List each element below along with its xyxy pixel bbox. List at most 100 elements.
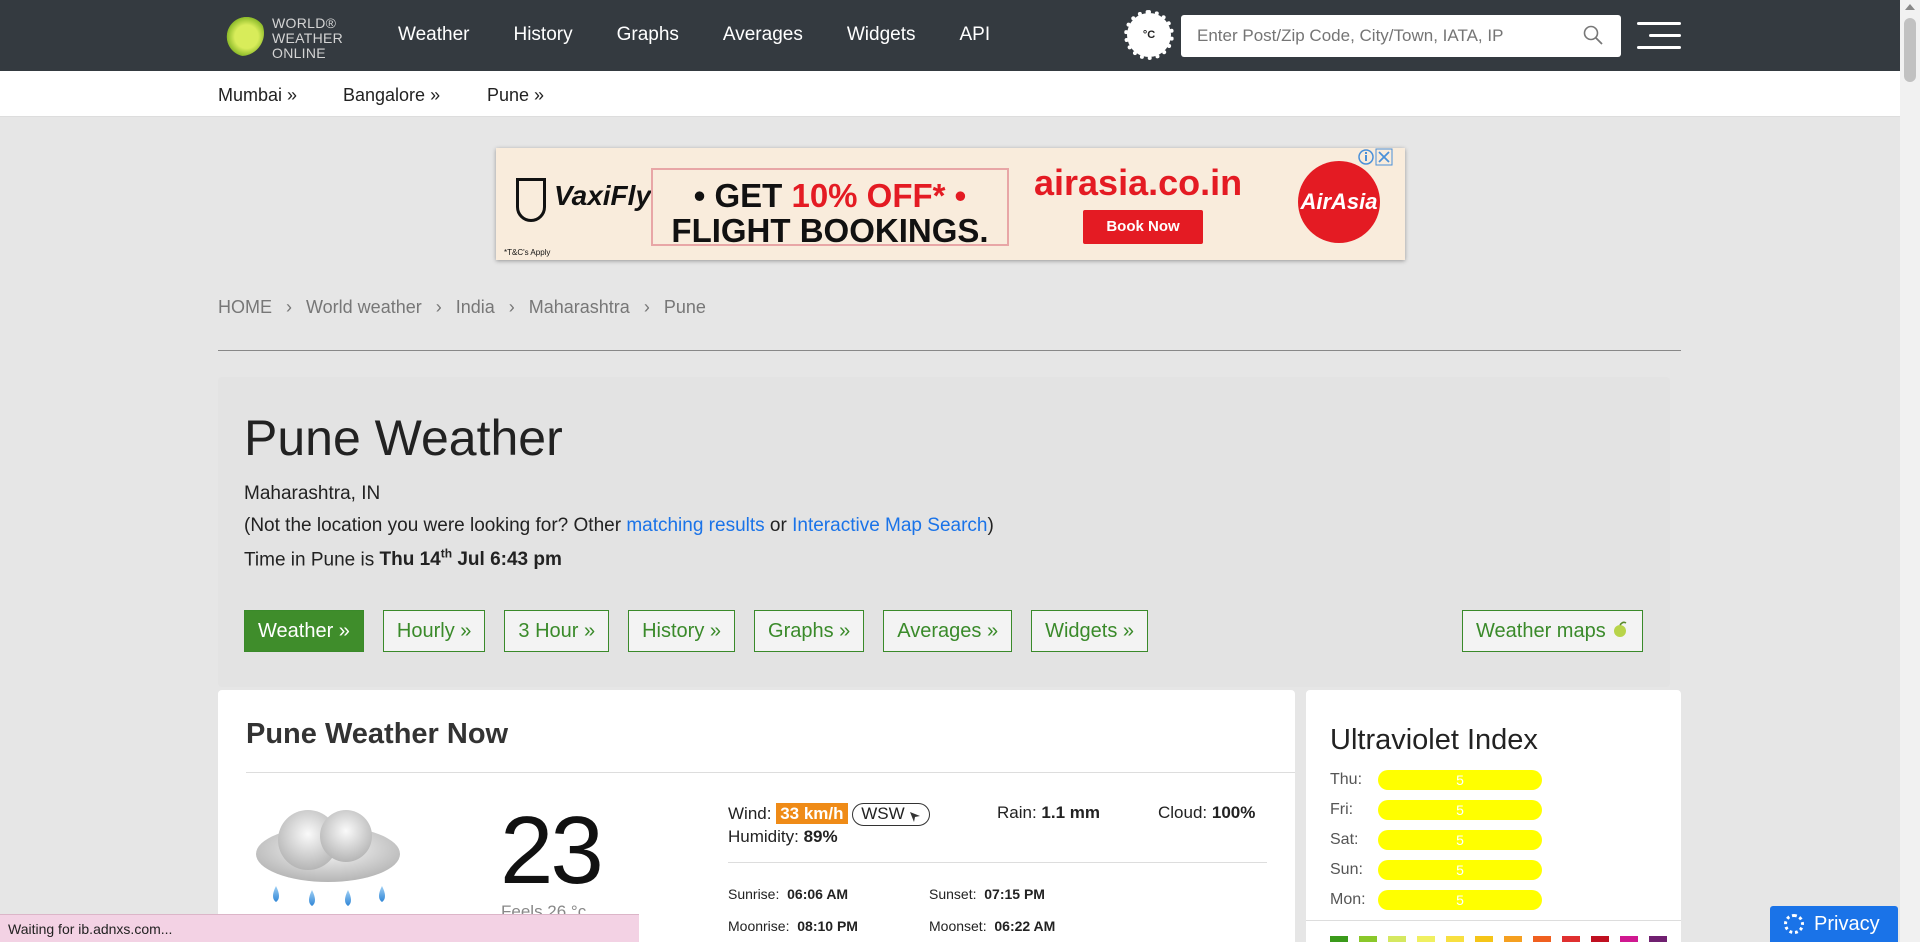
- sunset-info: Sunset: 07:15 PM: [929, 886, 1045, 902]
- breadcrumb: HOME › World weather › India › Maharasht…: [218, 297, 706, 318]
- nav-api[interactable]: API: [959, 24, 990, 46]
- ad-terms: *T&C's Apply: [504, 248, 551, 257]
- tab-3-hour[interactable]: 3 Hour »: [504, 610, 610, 652]
- ad-offer-line2: FLIGHT BOOKINGS.: [671, 212, 989, 249]
- uv-bar: 5: [1378, 770, 1542, 790]
- uv-bar: 5: [1378, 830, 1542, 850]
- divider: [218, 350, 1681, 351]
- subnav-mumbai[interactable]: Mumbai »: [218, 85, 297, 106]
- site-logo[interactable]: WORLD® WEATHER ONLINE: [218, 6, 348, 61]
- moonrise-value: 08:10 PM: [797, 918, 858, 934]
- crumb-home[interactable]: HOME: [218, 297, 272, 318]
- page-title: Pune Weather: [244, 410, 563, 466]
- globe-icon: [218, 10, 264, 56]
- rain-cloud-icon: [256, 810, 400, 906]
- moonset-info: Moonset: 06:22 AM: [929, 918, 1055, 934]
- privacy-label: Privacy: [1814, 913, 1880, 935]
- chevron-right-icon: ›: [435, 297, 442, 317]
- scroll-up-icon[interactable]: [1905, 4, 1915, 10]
- uv-row: Fri: 5: [1330, 800, 1650, 822]
- shield-icon: [516, 178, 546, 222]
- divider: [1306, 920, 1681, 921]
- logo-text: WORLD® WEATHER ONLINE: [272, 16, 343, 61]
- menu-icon[interactable]: [1637, 22, 1681, 52]
- chevron-right-icon: ›: [508, 297, 515, 317]
- nav-averages[interactable]: Averages: [723, 24, 803, 46]
- nav-history[interactable]: History: [513, 24, 572, 46]
- ad-offer: • GET 10% OFF* • FLIGHT BOOKINGS.: [651, 168, 1009, 249]
- weather-now-heading: Pune Weather Now: [246, 718, 509, 750]
- uv-scale-swatch: [1388, 936, 1406, 942]
- moonrise-info: Moonrise: 08:10 PM: [728, 918, 858, 934]
- search-icon[interactable]: [1583, 25, 1603, 45]
- uv-bar: 5: [1378, 800, 1542, 820]
- uv-scale-swatch: [1475, 936, 1493, 942]
- ad-close-icon[interactable]: [1357, 148, 1393, 166]
- crumb-india[interactable]: India: [456, 297, 495, 318]
- uv-day: Fri:: [1330, 801, 1354, 818]
- uv-day: Sat:: [1330, 831, 1359, 848]
- cloud-label: Cloud:: [1158, 803, 1208, 822]
- humidity-value: 89%: [803, 827, 838, 846]
- nav-weather[interactable]: Weather: [398, 24, 469, 46]
- time-suffix: th: [440, 547, 453, 561]
- crumb-world-weather[interactable]: World weather: [306, 297, 422, 318]
- uv-bar: 5: [1378, 890, 1542, 910]
- uv-row: Thu: 5: [1330, 770, 1650, 792]
- time-prefix: Time in Pune is: [244, 549, 380, 571]
- sunrise-label: Sunrise:: [728, 886, 780, 902]
- rain-info: Rain: 1.1 mm: [997, 803, 1100, 823]
- leaf-icon: [1614, 621, 1627, 637]
- divider: [728, 862, 1267, 863]
- logo-line-1: WORLD®: [272, 15, 337, 31]
- ad-offer-c: * •: [932, 177, 967, 214]
- unit-toggle-button[interactable]: °C: [1124, 10, 1174, 60]
- chevron-right-icon: ›: [286, 297, 292, 317]
- weather-maps-button[interactable]: Weather maps: [1462, 610, 1644, 652]
- subnav-bangalore[interactable]: Bangalore »: [343, 85, 440, 106]
- location-header: Pune Weather Maharashtra, IN (Not the lo…: [218, 377, 1670, 687]
- uv-scale-swatch: [1620, 936, 1638, 942]
- uv-bar: 5: [1378, 860, 1542, 880]
- logo-line-2: WEATHER: [272, 30, 344, 46]
- scrollbar[interactable]: [1900, 0, 1920, 942]
- time-rest: Jul 6:43 pm: [452, 549, 562, 571]
- nav-graphs[interactable]: Graphs: [617, 24, 679, 46]
- crumb-maharashtra[interactable]: Maharashtra: [529, 297, 630, 318]
- ad-offer-a: • GET: [693, 177, 792, 214]
- uv-row: Mon: 5: [1330, 890, 1650, 912]
- ad-offer-b: 10% OFF: [791, 177, 933, 214]
- subnav-pune[interactable]: Pune »: [487, 85, 544, 106]
- search-input[interactable]: [1181, 15, 1561, 57]
- moonrise-label: Moonrise:: [728, 918, 790, 934]
- uv-scale-swatch: [1446, 936, 1464, 942]
- uv-scale-swatch: [1591, 936, 1609, 942]
- cloud-value: 100%: [1211, 803, 1256, 822]
- ad-book-now-button[interactable]: Book Now: [1083, 210, 1203, 244]
- tab-graphs[interactable]: Graphs »: [754, 610, 865, 652]
- wind-arrow-icon: [910, 812, 921, 822]
- uv-scale-swatch: [1649, 936, 1667, 942]
- tab-averages[interactable]: Averages »: [883, 610, 1013, 652]
- uv-day: Mon:: [1330, 891, 1366, 908]
- close-paren: ): [987, 515, 994, 536]
- interactive-map-search-link[interactable]: Interactive Map Search: [792, 515, 987, 536]
- sunrise-value: 06:06 AM: [787, 886, 849, 902]
- tab-widgets[interactable]: Widgets »: [1031, 610, 1149, 652]
- tab-history[interactable]: History »: [628, 610, 736, 652]
- uv-scale-legend: [1330, 936, 1667, 942]
- tab-weather[interactable]: Weather »: [244, 610, 364, 652]
- tab-hourly[interactable]: Hourly »: [382, 610, 486, 652]
- matching-results-link[interactable]: matching results: [626, 515, 764, 536]
- wind-direction-badge: WSW: [852, 803, 931, 826]
- scrollbar-thumb[interactable]: [1904, 18, 1916, 82]
- uv-index-card: Ultraviolet Index Thu: 5 Fri: 5 Sat: 5 Sun:…: [1306, 690, 1681, 942]
- ad-banner[interactable]: VaxiFly • GET 10% OFF* • FLIGHT BOOKINGS…: [496, 148, 1405, 260]
- sunrise-info: Sunrise: 06:06 AM: [728, 886, 848, 902]
- local-time-text: Time in Pune is Thu 14th Jul 6:43 pm: [244, 547, 562, 571]
- nav-widgets[interactable]: Widgets: [847, 24, 916, 46]
- uv-scale-swatch: [1330, 936, 1348, 942]
- unit-label: °C: [1142, 29, 1156, 41]
- privacy-button[interactable]: Privacy: [1770, 906, 1898, 942]
- cloud-info: Cloud: 100%: [1158, 803, 1255, 823]
